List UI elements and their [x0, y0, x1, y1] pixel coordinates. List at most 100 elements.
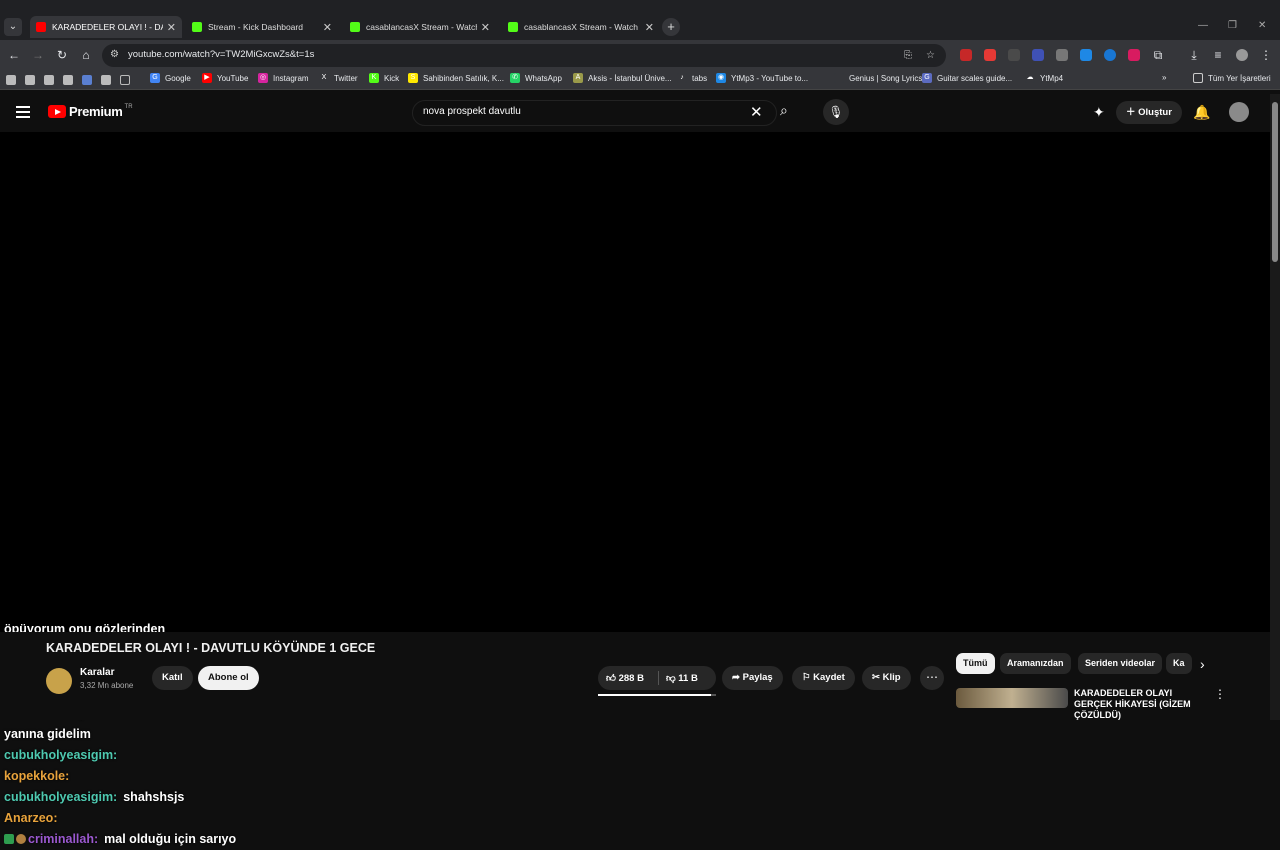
- shield-extension-icon[interactable]: [1056, 49, 1068, 61]
- clip-button[interactable]: ✂ Klip: [862, 666, 911, 690]
- bookmark-item[interactable]: ◉ YtMp3 - YouTube to...: [716, 73, 808, 83]
- tab-search-dropdown-icon[interactable]: ⌄: [4, 18, 22, 36]
- close-tab-icon[interactable]: ✕: [645, 21, 654, 34]
- channel-avatar[interactable]: [46, 668, 72, 694]
- dislike-button[interactable]: 👎︎ 11 B: [666, 672, 698, 684]
- bookmark-label: Guitar scales guide...: [937, 73, 1013, 83]
- bookmark-item[interactable]: ✆ WhatsApp: [510, 73, 562, 83]
- subscriber-badge-icon: [4, 834, 14, 844]
- like-button[interactable]: 👍︎ 288 B: [606, 672, 644, 684]
- new-tab-button[interactable]: +: [662, 18, 680, 36]
- bookmark-square-icon[interactable]: [101, 75, 111, 85]
- youtube-premium-logo[interactable]: Premium TR: [48, 104, 133, 119]
- zoom-extension-icon[interactable]: [1008, 49, 1020, 61]
- extensions-puzzle-icon[interactable]: ⧉: [1150, 47, 1166, 63]
- address-bar[interactable]: ⚙ youtube.com/watch?v=TW2MiGxcwZs&t=1s ⎘…: [102, 44, 946, 67]
- search-box[interactable]: [412, 100, 777, 126]
- bookmark-square-icon[interactable]: [25, 75, 35, 85]
- bookmark-square-icon[interactable]: [6, 75, 16, 85]
- browser-tab[interactable]: casablancasX Stream - Watch Li ✕: [502, 16, 660, 38]
- close-window-icon[interactable]: ✕: [1258, 20, 1266, 31]
- account-avatar[interactable]: [1229, 102, 1249, 122]
- download-icon[interactable]: ⤓: [1186, 47, 1202, 63]
- translate-extension-icon[interactable]: [984, 49, 996, 61]
- browser-tab[interactable]: Stream - Kick Dashboard ✕: [186, 16, 338, 38]
- clear-search-icon[interactable]: ✕: [750, 103, 763, 121]
- browser-menu-icon[interactable]: ⋮: [1258, 47, 1274, 63]
- channel-name[interactable]: Karalar: [80, 667, 114, 678]
- browser-tab[interactable]: casablancasX Stream - Watch Li ✕: [344, 16, 496, 38]
- save-button[interactable]: ⚐ Kaydet: [792, 666, 855, 690]
- search-icon[interactable]: ⌕: [780, 102, 788, 119]
- bookmark-star-icon[interactable]: ☆: [926, 50, 935, 61]
- recommendation-menu-icon[interactable]: ⋮: [1214, 687, 1226, 701]
- forward-icon[interactable]: →: [30, 47, 46, 63]
- all-bookmarks-folder[interactable]: Tüm Yer İşaretleri: [1193, 73, 1271, 83]
- voice-search-mic-icon[interactable]: 🎙: [823, 99, 849, 125]
- google-translate-extension-icon[interactable]: [1032, 49, 1044, 61]
- cs-extension-icon[interactable]: [1080, 49, 1092, 61]
- browser-tab[interactable]: KARADEDELER OLAYI ! - DAVUTLU ✕: [30, 16, 182, 38]
- filter-chip[interactable]: Ka: [1166, 653, 1192, 674]
- search-input[interactable]: [423, 106, 743, 117]
- install-app-icon[interactable]: ⎘: [904, 50, 912, 61]
- subscribe-button[interactable]: Abone ol: [198, 666, 259, 690]
- filter-chip[interactable]: Seriden videolar: [1078, 653, 1163, 674]
- bookmark-item[interactable]: A Aksis - İstanbul Ünive...: [573, 73, 672, 83]
- adblock-extension-icon[interactable]: [960, 49, 972, 61]
- close-tab-icon[interactable]: ✕: [167, 21, 176, 34]
- bookmark-square-icon[interactable]: [82, 75, 92, 85]
- reload-icon[interactable]: ↻: [54, 47, 70, 63]
- filter-chip[interactable]: Tümü: [956, 653, 995, 674]
- s-extension-icon[interactable]: [1104, 49, 1116, 61]
- notifications-bell-icon[interactable]: 🔔: [1193, 104, 1210, 121]
- create-button[interactable]: ＋ Oluştur: [1116, 101, 1182, 124]
- color-extension-icon[interactable]: [1128, 49, 1140, 61]
- join-button[interactable]: Katıl: [152, 666, 193, 690]
- chevron-right-icon[interactable]: ›: [1200, 656, 1205, 672]
- menu-hamburger-icon[interactable]: [16, 106, 30, 118]
- bookmark-square-icon[interactable]: [63, 75, 73, 85]
- bookmark-item[interactable]: X Twitter: [319, 73, 358, 83]
- close-tab-icon[interactable]: ✕: [323, 21, 332, 34]
- recommendation-thumbnail[interactable]: [956, 688, 1068, 708]
- gift-badge-icon: [16, 834, 26, 844]
- bookmark-item[interactable]: G Google: [150, 73, 191, 83]
- bookmark-item[interactable]: K Kick: [369, 73, 399, 83]
- scrollbar-thumb[interactable]: [1272, 102, 1278, 262]
- profile-avatar[interactable]: [1236, 49, 1248, 61]
- minimize-icon[interactable]: —: [1198, 20, 1208, 31]
- home-icon[interactable]: ⌂: [78, 47, 94, 63]
- sparkle-icon[interactable]: ✦: [1093, 104, 1105, 121]
- thumbs-up-icon: 👍︎: [606, 673, 619, 684]
- bookmark-item[interactable]: S Sahibinden Satılık, K...: [408, 73, 504, 83]
- bookmark-label: Sahibinden Satılık, K...: [423, 73, 504, 83]
- bookmark-item[interactable]: ◎ Instagram: [258, 73, 309, 83]
- bookmark-item[interactable]: ☁ YtMp4: [1025, 73, 1063, 83]
- more-actions-icon[interactable]: ⋯: [920, 666, 944, 690]
- page-scrollbar[interactable]: [1270, 94, 1280, 720]
- apps-grid-icon[interactable]: [120, 75, 130, 85]
- bookmark-item[interactable]: ▶ YouTube: [202, 73, 248, 83]
- back-icon[interactable]: ←: [6, 47, 22, 63]
- bookmarks-bar: G Google ▶ YouTube ◎ Instagram X Twitter K Kick S S…: [0, 70, 1280, 90]
- close-tab-icon[interactable]: ✕: [481, 21, 490, 34]
- bookmark-item[interactable]: Genius | Song Lyrics...: [834, 73, 929, 83]
- filter-chip[interactable]: Aramanızdan: [1000, 653, 1071, 674]
- bookmark-item[interactable]: ♪ tabs: [677, 73, 707, 83]
- url-text: youtube.com/watch?v=TW2MiGxcwZs&t=1s: [128, 49, 315, 60]
- site-info-icon[interactable]: ⚙: [110, 49, 119, 60]
- tab-title: Stream - Kick Dashboard: [208, 22, 303, 32]
- recommendation-title[interactable]: KARADEDELER OLAYI GERÇEK HİKAYESİ (GİZEM…: [1074, 688, 1209, 721]
- browser-toolbar: ← → ↻ ⌂ ⚙ youtube.com/watch?v=TW2MiGxcwZ…: [0, 40, 1280, 70]
- maximize-icon[interactable]: ❐: [1228, 20, 1237, 31]
- video-player[interactable]: öpüyorum onu gözlerindenTengri_Mergen:as…: [0, 132, 1270, 846]
- bookmark-item[interactable]: G Guitar scales guide...: [922, 73, 1012, 83]
- more-bookmarks-icon[interactable]: »: [1162, 73, 1166, 82]
- bookmark-icon: ⚐: [802, 672, 814, 683]
- thumbs-down-icon: 👎︎: [666, 673, 679, 684]
- video-title: KARADEDELER OLAYI ! - DAVUTLU KÖYÜNDE 1 …: [46, 641, 376, 655]
- share-button[interactable]: ➦ Paylaş: [722, 666, 783, 690]
- media-control-icon[interactable]: ≡: [1210, 47, 1226, 63]
- bookmark-square-icon[interactable]: [44, 75, 54, 85]
